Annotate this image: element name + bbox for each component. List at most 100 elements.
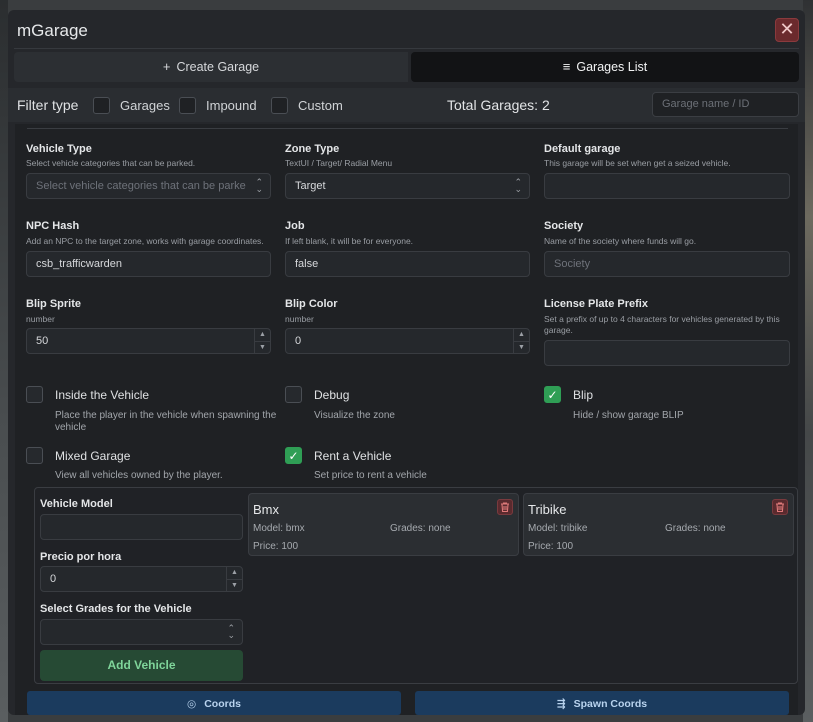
job-input[interactable]: false bbox=[285, 251, 530, 277]
npc-hash-desc: Add an NPC to the target zone, works wit… bbox=[26, 236, 264, 246]
blip-sprite-value: 50 bbox=[36, 335, 49, 347]
garage-search-input[interactable]: Garage name / ID bbox=[652, 92, 799, 117]
filter-impound-checkbox[interactable] bbox=[179, 97, 196, 114]
vehicle-grades: Grades: none bbox=[390, 523, 451, 534]
vehicle-model-input[interactable] bbox=[40, 514, 243, 540]
blip-color-value: 0 bbox=[295, 335, 302, 347]
blip-sprite-stepper[interactable]: ▲ ▼ bbox=[254, 329, 270, 353]
rental-vehicles-box: Vehicle Model Precio por hora 0 ▲ ▼ Selec… bbox=[34, 487, 798, 684]
default-garage-desc: This garage will be set when get a seize… bbox=[544, 158, 731, 168]
spawn-icon: ⇶ bbox=[556, 698, 566, 710]
tab-garages-list[interactable]: ≡ Garages List bbox=[411, 52, 799, 82]
vehicle-model: Model: tribike bbox=[528, 523, 588, 534]
total-garages: Total Garages: 2 bbox=[447, 97, 550, 113]
vehicle-model: Model: bmx bbox=[253, 523, 305, 534]
zone-type-label: Zone Type bbox=[285, 143, 340, 155]
blip-sprite-label: Blip Sprite bbox=[26, 298, 82, 310]
stepper-up-icon[interactable]: ▲ bbox=[514, 329, 529, 341]
price-stepper[interactable]: ▲ ▼ bbox=[226, 567, 242, 591]
divider bbox=[14, 48, 799, 49]
inside-vehicle-desc: Place the player in the vehicle when spa… bbox=[55, 410, 277, 433]
price-per-hour-value: 0 bbox=[50, 573, 57, 585]
blip-color-input[interactable]: 0 ▲ ▼ bbox=[285, 328, 530, 354]
grades-label: Select Grades for the Vehicle bbox=[40, 603, 192, 615]
location-pin-icon: ◎ bbox=[187, 698, 197, 710]
coords-label: Coords bbox=[204, 698, 241, 710]
debug-desc: Visualize the zone bbox=[314, 410, 395, 421]
debug-label: Debug bbox=[314, 388, 350, 402]
close-button[interactable]: ✕ bbox=[775, 18, 799, 42]
price-per-hour-label: Precio por hora bbox=[40, 551, 122, 563]
plate-prefix-desc: Set a prefix of up to 4 characters for v… bbox=[544, 314, 780, 335]
add-vehicle-button[interactable]: Add Vehicle bbox=[40, 650, 243, 681]
zone-type-select[interactable]: Target ⌃ ⌄ bbox=[285, 173, 530, 199]
close-icon: ✕ bbox=[779, 19, 795, 39]
plus-icon: + bbox=[162, 59, 171, 74]
blip-color-stepper[interactable]: ▲ ▼ bbox=[513, 329, 529, 353]
vehicle-card-bmx: Bmx Model: bmx Grades: none Price: 100 bbox=[248, 493, 519, 556]
stepper-down-icon[interactable]: ▼ bbox=[255, 341, 270, 353]
job-label: Job bbox=[285, 220, 305, 232]
stepper-down-icon[interactable]: ▼ bbox=[227, 579, 242, 591]
vehicle-grades: Grades: none bbox=[665, 523, 726, 534]
npc-hash-input[interactable]: csb_trafficwarden bbox=[26, 251, 271, 277]
npc-hash-label: NPC Hash bbox=[26, 220, 80, 232]
mixed-garage-label: Mixed Garage bbox=[55, 449, 131, 463]
delete-vehicle-button[interactable] bbox=[497, 499, 513, 515]
plate-prefix-input[interactable] bbox=[544, 340, 790, 366]
stepper-down-icon[interactable]: ▼ bbox=[514, 341, 529, 353]
default-garage-input[interactable] bbox=[544, 173, 790, 199]
plate-prefix-label: License Plate Prefix bbox=[544, 298, 648, 310]
stepper-up-icon[interactable]: ▲ bbox=[255, 329, 270, 341]
mixed-garage-desc: View all vehicles owned by the player. bbox=[55, 470, 223, 481]
inside-vehicle-label: Inside the Vehicle bbox=[55, 388, 150, 402]
spawn-coords-label: Spawn Coords bbox=[573, 698, 648, 710]
blip-color-label: Blip Color bbox=[285, 298, 338, 310]
chevron-updown-icon: ⌃ ⌄ bbox=[514, 177, 522, 194]
list-icon: ≡ bbox=[562, 59, 571, 74]
trash-icon bbox=[776, 502, 784, 513]
titlebar: mGarage ✕ bbox=[8, 10, 805, 48]
society-label: Society bbox=[544, 220, 584, 232]
chevron-updown-icon: ⌃ ⌄ bbox=[227, 623, 235, 640]
vehicle-price: Price: 100 bbox=[253, 541, 299, 552]
coords-button[interactable]: ◎ Coords bbox=[27, 691, 401, 715]
garage-window: mGarage ✕ + Create Garage ≡ Garages List F… bbox=[8, 10, 805, 715]
filter-custom-checkbox[interactable] bbox=[271, 97, 288, 114]
app-title: mGarage bbox=[17, 21, 88, 40]
check-icon: ✓ bbox=[288, 449, 299, 463]
vehicle-price: Price: 100 bbox=[528, 541, 574, 552]
spawn-coords-button[interactable]: ⇶ Spawn Coords bbox=[415, 691, 789, 715]
filter-garages-checkbox[interactable] bbox=[93, 97, 110, 114]
blip-color-desc: number bbox=[285, 314, 314, 324]
stepper-up-icon[interactable]: ▲ bbox=[227, 567, 242, 579]
zone-type-desc: TextUI / Target/ Radial Menu bbox=[285, 158, 393, 168]
check-icon: ✓ bbox=[547, 388, 558, 402]
delete-vehicle-button[interactable] bbox=[772, 499, 788, 515]
chevron-updown-icon: ⌃ ⌄ bbox=[255, 177, 263, 194]
price-per-hour-input[interactable]: 0 ▲ ▼ bbox=[40, 566, 243, 592]
filter-custom-label: Custom bbox=[298, 98, 343, 113]
vehicle-type-placeholder: Select vehicle categories that can be pa… bbox=[36, 180, 246, 192]
blip-sprite-input[interactable]: 50 ▲ ▼ bbox=[26, 328, 271, 354]
panel-divider bbox=[27, 128, 788, 129]
filter-bar: Filter type Garages Impound Custom Total… bbox=[8, 88, 805, 122]
vehicle-name: Bmx bbox=[253, 502, 279, 517]
vehicle-type-select[interactable]: Select vehicle categories that can be pa… bbox=[26, 173, 271, 199]
filter-impound-label: Impound bbox=[206, 98, 257, 113]
debug-checkbox[interactable] bbox=[285, 386, 302, 403]
blip-checkbox[interactable]: ✓ bbox=[544, 386, 561, 403]
filter-type-label: Filter type bbox=[17, 97, 79, 113]
society-input[interactable]: Society bbox=[544, 251, 790, 277]
tab-create-label: Create Garage bbox=[176, 60, 260, 74]
mixed-garage-checkbox[interactable] bbox=[26, 447, 43, 464]
zone-type-value: Target bbox=[295, 180, 326, 192]
inside-vehicle-checkbox[interactable] bbox=[26, 386, 43, 403]
garage-form-panel: Vehicle Type Select vehicle categories t… bbox=[15, 124, 798, 715]
tab-list-label: Garages List bbox=[576, 60, 648, 74]
society-desc: Name of the society where funds will go. bbox=[544, 236, 697, 246]
rent-vehicle-checkbox[interactable]: ✓ bbox=[285, 447, 302, 464]
tab-create-garage[interactable]: + Create Garage bbox=[14, 52, 408, 82]
blip-sprite-desc: number bbox=[26, 314, 55, 324]
grades-select[interactable]: ⌃ ⌄ bbox=[40, 619, 243, 645]
